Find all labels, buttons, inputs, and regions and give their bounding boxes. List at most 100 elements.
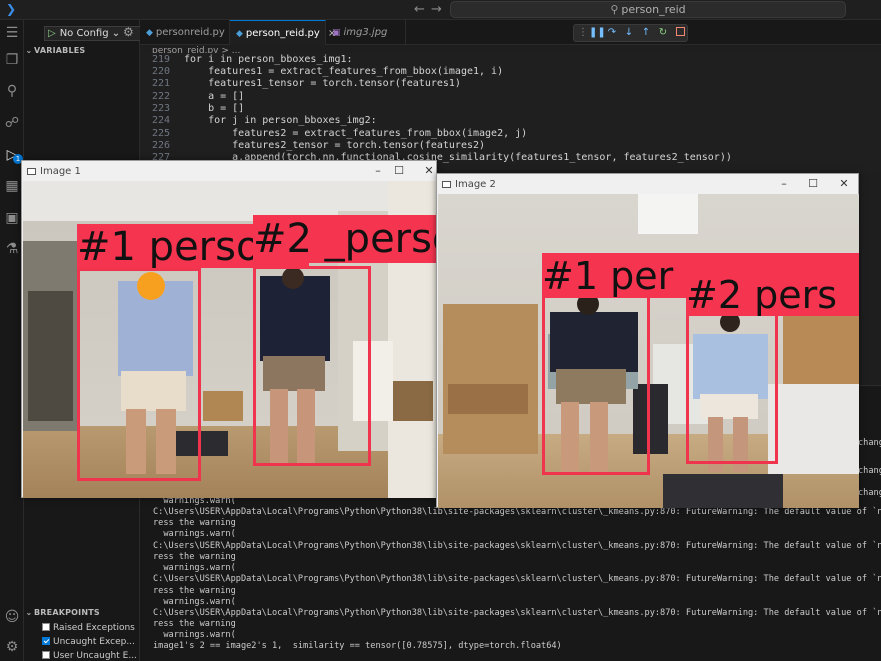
stop-icon[interactable]	[674, 27, 686, 39]
back-arrow-icon[interactable]: ←	[414, 2, 425, 17]
breakpoint-item[interactable]: Uncaught Excep...	[42, 637, 135, 647]
restart-icon[interactable]: ↻	[657, 27, 669, 39]
terminal-line: warnings.warn(	[153, 597, 236, 607]
code-line: 222 a = []	[140, 91, 244, 103]
pause-icon[interactable]: ❚❚	[589, 27, 606, 39]
chevron-down-icon: ⌄	[25, 608, 33, 617]
line-number: 221	[151, 78, 170, 89]
editor-tabs: ◆ personreid.py ◆ person_reid.py × ▣ img3.jp…	[140, 20, 881, 45]
tab-label: person_reid.py	[245, 28, 320, 39]
code-line: 226 features2_tensor = torch.tensor(feat…	[140, 140, 485, 152]
python-file-icon: ◆	[146, 28, 153, 38]
detection-label: #2 pers	[686, 271, 859, 316]
person-bbox	[686, 312, 778, 464]
terminal-line: ress the warning	[153, 619, 236, 629]
step-into-icon[interactable]: ↓	[623, 27, 635, 39]
tab-personreid[interactable]: ◆ personreid.py	[140, 20, 230, 45]
close-button[interactable]: ✕	[837, 177, 851, 191]
code-line: 225 features2 = extract_features_from_bb…	[140, 128, 527, 140]
forward-arrow-icon[interactable]: →	[431, 2, 442, 17]
code-line: 223 b = []	[140, 103, 244, 115]
code-text: b = []	[184, 103, 245, 114]
start-debugging-icon[interactable]: ▷	[48, 28, 56, 39]
breakpoints-section[interactable]: ⌄ BREAKPOINTS	[24, 608, 140, 617]
line-number: 222	[151, 91, 170, 102]
image2-photo: #1 per #2 pers	[438, 194, 859, 508]
code-editor[interactable]: 219 for i in person_bboxes_img1: 220 feat…	[140, 53, 881, 173]
terminal-line: ress the warning	[153, 552, 236, 562]
search-icon[interactable]: ⚲	[4, 83, 20, 99]
window-title: Image 1	[40, 166, 81, 177]
breakpoint-label: Raised Exceptions	[53, 623, 135, 633]
window-title: Image 2	[455, 179, 496, 190]
testing-icon[interactable]: ⚗	[4, 241, 20, 257]
extensions-icon[interactable]: ▦	[4, 178, 20, 194]
source-control-icon[interactable]: ☍	[4, 115, 20, 131]
code-text: a = []	[184, 91, 245, 102]
breakpoint-label: Uncaught Excep...	[53, 637, 135, 647]
code-text: for i in person_bboxes_img1:	[184, 54, 353, 65]
python-file-icon: ◆	[236, 29, 243, 39]
tab-person-reid[interactable]: ◆ person_reid.py ×	[230, 20, 336, 45]
terminal-line: C:\Users\USER\AppData\Local\Programs\Pyt…	[153, 541, 881, 551]
detection-label: #2 _perso	[253, 215, 437, 263]
maximize-button[interactable]: ☐	[392, 164, 406, 178]
image1-photo: #1 perso #2 _perso	[23, 181, 437, 498]
terminal-line: C:\Users\USER\AppData\Local\Programs\Pyt…	[153, 608, 881, 618]
breakpoint-checkbox[interactable]	[42, 637, 50, 645]
search-label: person_reid	[621, 3, 686, 16]
person-bbox	[77, 268, 201, 481]
minimize-button[interactable]: –	[371, 164, 385, 178]
debug-toolbar: ⋮ ❚❚ ↷ ↓ ↑ ↻	[573, 24, 688, 42]
variables-section[interactable]: ⌄ VARIABLES	[24, 46, 140, 55]
explorer-icon[interactable]: ❐	[4, 52, 20, 68]
image2-window[interactable]: Image 2 – ☐ ✕ #1 per #2 pers	[436, 173, 859, 508]
breakpoint-item[interactable]: User Uncaught E...	[42, 651, 137, 661]
step-over-icon[interactable]: ↷	[606, 27, 618, 39]
line-number: 219	[151, 54, 170, 65]
terminal-text: change	[858, 488, 881, 498]
search-icon: ⚲	[610, 3, 619, 16]
line-number: 224	[151, 115, 170, 126]
person-bbox	[253, 266, 371, 466]
terminal-line: warnings.warn(	[153, 529, 236, 539]
search-bar[interactable]: ⚲ person_reid	[450, 1, 846, 18]
maximize-button[interactable]: ☐	[806, 177, 820, 191]
terminal-line: image1's 2 == image2's 1, similarity == …	[153, 641, 562, 651]
code-text: features2_tensor = torch.tensor(features…	[184, 140, 486, 151]
minimize-button[interactable]: –	[777, 177, 791, 191]
account-icon[interactable]: ☺	[4, 609, 20, 625]
code-line: 221 features1_tensor = torch.tensor(feat…	[140, 78, 461, 90]
tab-label: img3.jpg	[343, 27, 388, 38]
step-out-icon[interactable]: ↑	[640, 27, 652, 39]
breakpoint-checkbox[interactable]	[42, 623, 50, 631]
terminal-text: chang	[858, 466, 881, 476]
code-text: for j in person_bboxes_img2:	[184, 115, 377, 126]
code-line: 224 for j in person_bboxes_img2:	[140, 115, 377, 127]
breakpoint-label: User Uncaught E...	[53, 651, 137, 661]
image-file-icon: ▣	[332, 28, 341, 38]
line-number: 220	[151, 66, 170, 77]
code-line: 220 features1 = extract_features_from_bb…	[140, 66, 503, 78]
code-text: features1_tensor = torch.tensor(features…	[184, 78, 461, 89]
breakpoint-checkbox[interactable]	[42, 651, 50, 659]
terminal-line: C:\Users\USER\AppData\Local\Programs\Pyt…	[153, 574, 881, 584]
launch-settings-icon[interactable]: ⚙	[123, 25, 134, 39]
breakpoint-item[interactable]: Raised Exceptions	[42, 623, 135, 633]
vscode-logo-icon: ❯	[6, 2, 17, 16]
image1-window[interactable]: Image 1 – ☐ ✕ #1 perso #2 _perso	[21, 160, 437, 498]
tab-img3[interactable]: ▣ img3.jpg	[326, 20, 406, 45]
chevron-down-icon: ⌄	[25, 46, 33, 55]
person-bbox	[542, 295, 650, 475]
remote-explorer-icon[interactable]: ▣	[4, 210, 20, 226]
variables-header: VARIABLES	[34, 46, 86, 55]
terminal-text: changes	[858, 438, 881, 448]
terminal-line: ress the warning	[153, 518, 236, 528]
terminal-line: warnings.warn(	[153, 563, 236, 573]
drag-handle-icon[interactable]: ⋮	[577, 27, 589, 39]
close-button[interactable]: ✕	[422, 164, 436, 178]
code-text: features2 = extract_features_from_bbox(i…	[184, 128, 528, 139]
menu-icon[interactable]: ☰	[4, 25, 20, 41]
settings-gear-icon[interactable]: ⚙	[4, 639, 20, 655]
code-line: 219 for i in person_bboxes_img1:	[140, 54, 353, 66]
